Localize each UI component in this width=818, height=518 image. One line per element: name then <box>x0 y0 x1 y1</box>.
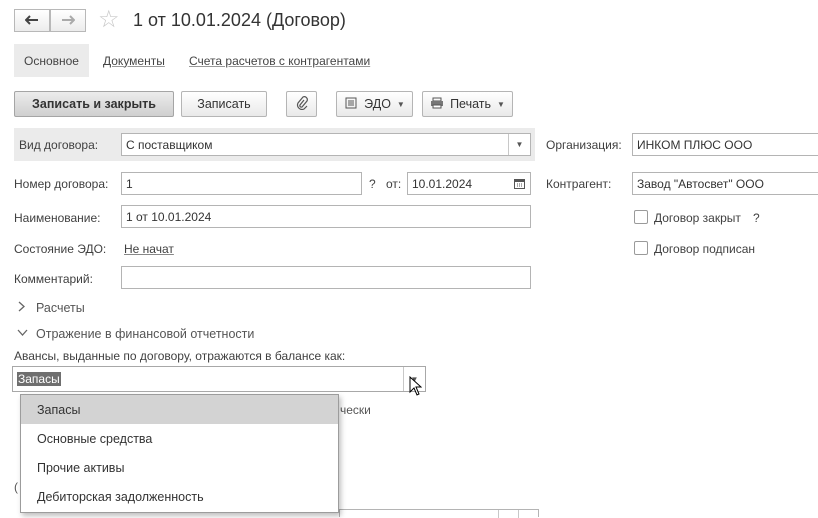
edo-button[interactable]: ЭДО ▼ <box>336 91 413 117</box>
dropdown-option[interactable]: Основные средства <box>21 424 338 453</box>
mouse-cursor-icon <box>409 375 423 399</box>
contract-closed-checkbox[interactable] <box>634 210 648 224</box>
contract-number-value: 1 <box>126 176 133 191</box>
save-label: Записать <box>197 97 251 111</box>
comment-input[interactable] <box>121 266 531 289</box>
date-from-label: от: <box>386 177 402 191</box>
advances-label: Авансы, выданные по договору, отражаются… <box>14 349 346 363</box>
date-input[interactable]: 10.01.2024 <box>407 172 531 195</box>
comment-label: Комментарий: <box>14 272 93 286</box>
save-and-close-button[interactable]: Записать и закрыть <box>14 91 174 117</box>
page-title: 1 от 10.01.2024 (Договор) <box>133 10 346 30</box>
contract-type-value: С поставщиком <box>126 137 213 152</box>
contract-number-input[interactable]: 1 <box>121 172 362 195</box>
date-value: 10.01.2024 <box>412 176 473 191</box>
forward-button[interactable] <box>50 9 86 32</box>
contract-number-label: Номер договора: <box>14 177 109 191</box>
print-button[interactable]: Печать ▼ <box>422 91 513 117</box>
section-financial-reporting-label: Отражение в финансовой отчетности <box>36 327 255 341</box>
hidden-field-fragment <box>339 509 539 518</box>
dropdown-option[interactable]: Прочие активы <box>21 453 338 482</box>
tab-settlement-accounts-label: Счета расчетов с контрагентами <box>189 53 371 68</box>
arrow-left-icon <box>24 12 39 30</box>
printer-icon <box>430 97 444 112</box>
edo-icon <box>344 97 358 112</box>
organization-label: Организация: <box>546 138 622 152</box>
tab-settlement-accounts[interactable]: Счета расчетов с контрагентами <box>179 44 380 77</box>
name-label: Наименование: <box>14 211 101 225</box>
hidden-text-fragment: чески <box>340 403 371 417</box>
organization-field[interactable]: ИНКОМ ПЛЮС ООО <box>632 133 818 156</box>
save-button[interactable]: Записать <box>181 91 267 117</box>
paperclip-icon <box>296 95 308 113</box>
section-calculations-label: Расчеты <box>36 301 85 315</box>
name-value: 1 от 10.01.2024 <box>126 209 212 224</box>
save-and-close-label: Записать и закрыть <box>32 97 156 111</box>
contract-number-help-icon[interactable]: ? <box>369 177 376 191</box>
contract-type-label: Вид договора: <box>19 138 99 152</box>
chevron-down-icon[interactable]: ▼ <box>508 134 530 155</box>
hidden-text-fragment: ( <box>14 480 18 494</box>
contract-signed-checkbox[interactable] <box>634 241 648 255</box>
advances-select[interactable]: Запасы ▼ <box>12 366 426 392</box>
back-button[interactable] <box>14 9 50 32</box>
tab-main-label: Основное <box>24 53 79 68</box>
arrow-right-icon <box>61 12 76 30</box>
edo-label: ЭДО <box>364 97 391 111</box>
chevron-right-icon <box>16 301 28 315</box>
edo-state-link[interactable]: Не начат <box>124 242 174 256</box>
section-calculations[interactable]: Расчеты <box>16 301 85 315</box>
section-financial-reporting[interactable]: Отражение в финансовой отчетности <box>16 327 254 341</box>
counterparty-value: Завод "Автосвет" ООО <box>637 176 764 191</box>
dropdown-option[interactable]: Дебиторская задолженность <box>21 482 338 511</box>
contract-closed-label: Договор закрыт <box>654 211 741 225</box>
chevron-down-icon: ▼ <box>396 99 405 109</box>
favorite-star-icon[interactable]: ☆ <box>98 6 120 34</box>
calendar-icon[interactable] <box>508 173 530 194</box>
tab-documents[interactable]: Документы <box>93 44 175 77</box>
contract-type-select[interactable]: С поставщиком ▼ <box>121 133 531 156</box>
counterparty-field[interactable]: Завод "Автосвет" ООО <box>632 172 818 195</box>
counterparty-label: Контрагент: <box>546 177 612 191</box>
chevron-down-icon: ▼ <box>497 99 505 109</box>
print-label: Печать <box>450 97 492 111</box>
chevron-down-icon <box>16 328 28 340</box>
advances-selected-text: Запасы <box>17 372 61 386</box>
tab-documents-label: Документы <box>103 53 165 68</box>
edo-state-label: Состояние ЭДО: <box>14 242 107 256</box>
contract-closed-help-icon[interactable]: ? <box>753 211 760 225</box>
contract-signed-label: Договор подписан <box>654 242 756 256</box>
tab-main[interactable]: Основное <box>14 44 89 77</box>
attach-button[interactable] <box>286 91 317 117</box>
advances-dropdown-list: Запасы Основные средства Прочие активы Д… <box>20 394 339 513</box>
organization-value: ИНКОМ ПЛЮС ООО <box>637 137 753 152</box>
dropdown-option[interactable]: Запасы <box>21 395 338 424</box>
name-input[interactable]: 1 от 10.01.2024 <box>121 205 531 228</box>
